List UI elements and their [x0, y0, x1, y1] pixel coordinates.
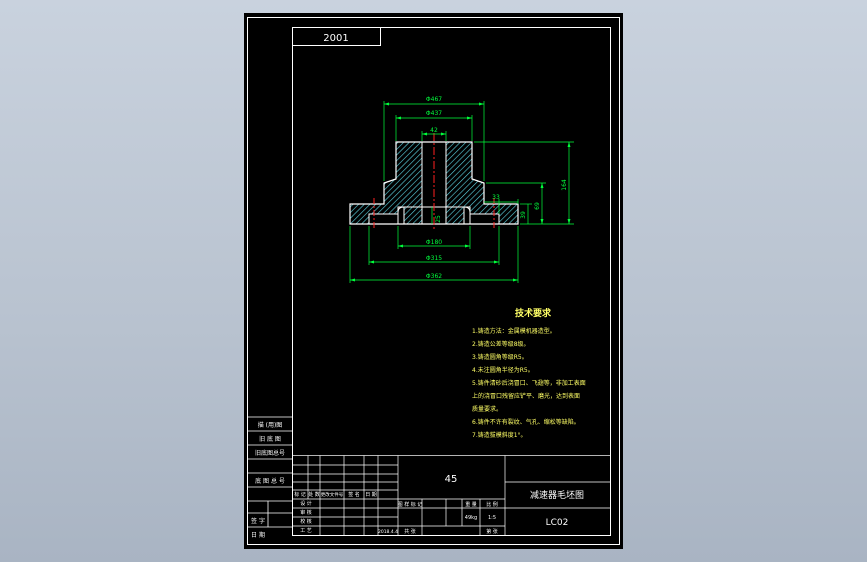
tech-req-list: 1.铸造方法：金属模机器造型。 2.铸造公差等级8级。 3.铸造圆角等级R5。 …	[472, 327, 586, 439]
side-label-fourth: 底 图 总 号	[255, 477, 285, 485]
tech-req-item: 上的浇冒口残留应铲平、磨光，达到表面	[472, 392, 580, 400]
side-label-top: 描 (用)图	[258, 421, 283, 429]
side-label-sixth: 日 期	[251, 531, 265, 539]
tb-designer: 设 计	[300, 500, 312, 507]
tech-req-item: 2.铸造公差等级8级。	[472, 340, 530, 348]
tb-stage-mark: 图 样 标 记	[398, 501, 423, 508]
section-left-hatch	[349, 141, 423, 225]
tb-sheet-total: 共 张	[404, 528, 416, 535]
part-section	[349, 133, 519, 231]
tech-req-heading: 技术要求	[515, 307, 552, 319]
tb-weight: 重 量	[465, 501, 477, 508]
dim-height-total: 164	[561, 179, 568, 191]
tb-sheet-index: 第 张	[486, 528, 498, 535]
side-label-second: 旧 底 图	[259, 435, 281, 443]
left-binding-panel	[247, 416, 293, 528]
dim-top-inner: Φ437	[426, 110, 442, 117]
tech-req-item: 4.未注圆角半径为R5。	[472, 366, 534, 374]
tech-req-item: 6.铸件不许有裂纹、气孔、缩松等缺陷。	[472, 418, 580, 426]
dim-top-outer: Φ467	[426, 96, 442, 103]
side-label-third: 旧底图总号	[255, 449, 285, 457]
tb-change-doc: 更改文件号	[321, 491, 344, 498]
dim-bottom-mid: Φ315	[426, 255, 442, 262]
tech-req-item: 1.铸造方法：金属模机器造型。	[472, 327, 556, 335]
tb-weight-value: 49kg	[465, 515, 477, 521]
tech-req-item: 7.铸造拔模斜度1°。	[472, 431, 527, 439]
side-label-fifth: 签 字	[251, 517, 265, 525]
tb-count: 处 数	[308, 491, 320, 498]
drawing-sheet: 2001 描 (用)图 旧 底 图 旧底图总号 底 图 总 号 签 字 日 期	[244, 13, 623, 549]
tb-scale: 比 例	[486, 501, 498, 508]
tech-req-item: 3.铸造圆角等级R5。	[472, 353, 528, 361]
drawing-number: LC02	[546, 518, 569, 528]
tb-approver: 审 核	[300, 509, 312, 516]
dim-height-right: 69	[534, 202, 541, 210]
dim-height-step: 39	[520, 211, 527, 219]
tb-marks: 标 记	[294, 491, 306, 498]
tech-req-item: 5.铸件清砂后浇冒口、飞翅等，非加工表面	[472, 379, 586, 387]
dim-bottom-inner: Φ180	[426, 239, 442, 246]
cad-drawing: 2001 描 (用)图 旧 底 图 旧底图总号 底 图 总 号 签 字 日 期	[247, 17, 620, 545]
tb-checker: 校 核	[300, 518, 312, 525]
tech-req-item: 质量要求。	[472, 405, 502, 413]
tb-date: 日 期	[365, 492, 377, 498]
dim-height-bottom: 25	[435, 215, 442, 223]
tb-scale-value: 1:5	[488, 515, 496, 521]
part-name: 减速器毛坯图	[530, 489, 584, 501]
tb-process: 工 艺	[300, 528, 312, 534]
tb-date-value: 2018.4.4	[378, 529, 398, 535]
dim-step-small: 33	[492, 194, 500, 201]
dim-bore: 42	[430, 127, 438, 134]
dim-bottom-outer: Φ362	[426, 273, 442, 280]
tb-signature: 签 名	[348, 491, 360, 498]
material-value: 45	[445, 474, 458, 485]
drawing-code-text: 2001	[323, 33, 348, 44]
